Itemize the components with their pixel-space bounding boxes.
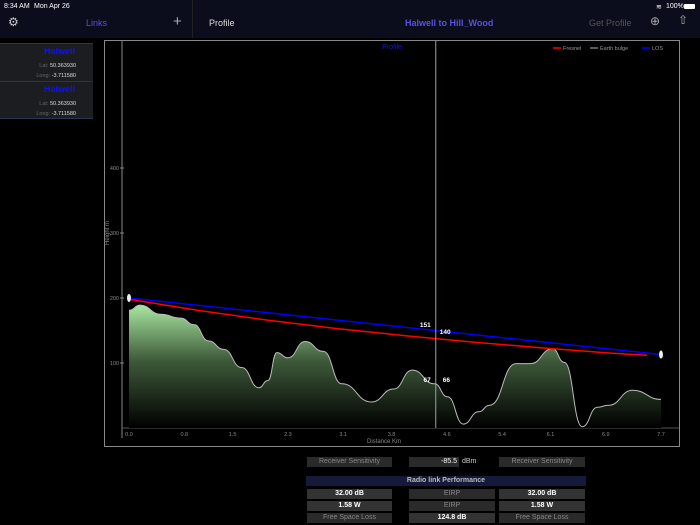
performance-cell: Free Space Loss	[307, 513, 392, 523]
profile-back-button[interactable]: Profile	[209, 18, 235, 28]
x-tick-label: 3.1	[339, 432, 347, 438]
chart-title: Profile	[382, 44, 402, 51]
long-row: Long: -3.711580	[36, 73, 76, 79]
performance-cell: EIRP	[409, 489, 495, 499]
cursor-value-label: 67	[424, 377, 432, 384]
zoom-icon[interactable]: ⊕	[650, 14, 660, 28]
rx-sensitivity-unit: dBm	[462, 458, 477, 465]
battery-level: 100%	[666, 3, 684, 10]
list-item[interactable]: Halwell Lat: 50.363930 Long: -3.711580	[0, 81, 93, 119]
y-tick-label: 200	[110, 296, 119, 302]
x-tick-label: 5.4	[498, 432, 506, 438]
long-value: -3.711580	[51, 111, 76, 117]
lat-label: Lat:	[39, 63, 49, 69]
long-label: Long:	[36, 111, 51, 117]
list-item[interactable]: Halwell Lat: 50.363930 Long: -3.711580	[0, 43, 93, 81]
legend: Fresnel Earth bulge LOS	[553, 46, 663, 52]
get-profile-button[interactable]: Get Profile	[589, 18, 632, 28]
profile-chart[interactable]: Profile Distance Km Height m Fresnel Eart…	[104, 40, 680, 447]
performance-cell: 1.58 W	[307, 501, 392, 511]
x-tick-label: 3.8	[388, 432, 396, 438]
end-marker	[659, 350, 663, 359]
x-axis-label: Distance Km	[367, 439, 401, 445]
long-value: -3.711580	[51, 73, 76, 79]
terrain-area	[129, 305, 661, 428]
status-time: 8:34 AM	[4, 3, 30, 10]
plus-icon[interactable]: +	[173, 13, 182, 30]
legend-label: Fresnel	[563, 46, 581, 52]
x-tick-label: 2.3	[284, 432, 292, 438]
x-tick-label: 4.6	[443, 432, 451, 438]
rx-sensitivity-right: Receiver Sensitivity	[499, 457, 585, 467]
start-marker	[127, 294, 131, 302]
lat-label: Lat:	[39, 101, 49, 107]
performance-cell: 32.00 dB	[499, 489, 585, 499]
performance-cell: Free Space Loss	[499, 513, 585, 523]
links-title: Links	[86, 18, 108, 28]
performance-header: Radio link Performance	[306, 476, 586, 486]
long-row: Long: -3.711580	[36, 111, 76, 117]
gear-icon[interactable]: ⚙	[8, 15, 19, 29]
battery-icon	[684, 4, 695, 9]
x-tick-label: 1.5	[229, 432, 237, 438]
legend-label: Earth bulge	[600, 46, 628, 52]
y-tick-label: 300	[110, 231, 119, 237]
divider	[192, 0, 193, 38]
performance-cell: 1.58 W	[499, 501, 585, 511]
chart-svg: Profile Distance Km Height m Fresnel Eart…	[105, 41, 679, 445]
x-tick-label: 0.8	[180, 432, 188, 438]
cursor-value-label: 66	[443, 377, 451, 384]
performance-cell: EIRP	[409, 501, 495, 511]
rx-sensitivity-left: Receiver Sensitivity	[307, 457, 392, 467]
performance-cell: 124.8 dB	[409, 513, 495, 523]
x-tick-label: 7.7	[657, 432, 665, 438]
lat-value: 50.363930	[50, 101, 76, 107]
wifi-icon: ≋	[656, 4, 662, 11]
status-date: Mon Apr 26	[34, 3, 70, 10]
lat-value: 50.363930	[50, 63, 76, 69]
long-label: Long:	[36, 73, 51, 79]
y-tick-label: 100	[110, 361, 119, 367]
page-title: Halwell to Hill_Wood	[405, 18, 494, 28]
site-name: Halwell	[43, 84, 75, 94]
x-tick-label: 6.9	[602, 432, 610, 438]
x-tick-label: 0.0	[125, 432, 133, 438]
lat-row: Lat: 50.363930	[39, 63, 76, 69]
performance-cell: 32.00 dB	[307, 489, 392, 499]
top-bar: 8:34 AM Mon Apr 26 ≋ 100% ⚙ Links + Prof…	[0, 0, 700, 38]
share-icon[interactable]: ⇧	[678, 13, 688, 27]
x-tick-label: 6.1	[547, 432, 555, 438]
site-name: Halwell	[43, 46, 75, 56]
lat-row: Lat: 50.363930	[39, 101, 76, 107]
legend-label: LOS	[652, 46, 663, 52]
cursor-value-label: 151	[420, 322, 431, 329]
cursor-value-label: 140	[440, 329, 451, 336]
rx-sensitivity-input[interactable]: -85.5	[409, 457, 459, 467]
y-tick-label: 400	[110, 166, 119, 172]
